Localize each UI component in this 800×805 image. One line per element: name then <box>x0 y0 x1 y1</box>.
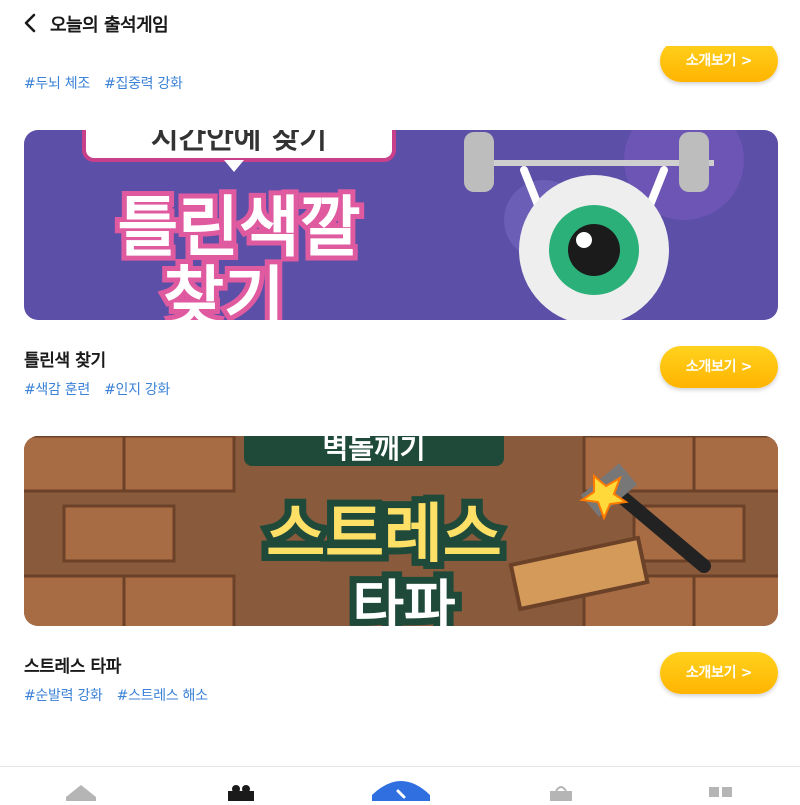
tag[interactable]: #인지 강화 <box>104 382 170 398</box>
tag-list-stress: #순발력 강화 #스트레스 해소 <box>24 685 218 705</box>
banner-stress[interactable]: 벽돌깨기 스트레스 타파 <box>24 436 778 626</box>
back-button[interactable] <box>18 10 44 36</box>
page-title: 오늘의 출석게임 <box>50 15 169 36</box>
tag[interactable]: #색감 훈련 <box>24 382 90 398</box>
banner-top-text: 시간안에 찾기 <box>151 130 327 156</box>
banner-stress-image: 벽돌깨기 스트레스 타파 <box>24 436 778 626</box>
intro-button-brain[interactable]: 소개보기 > <box>660 40 778 82</box>
gift-icon[interactable] <box>226 785 256 805</box>
banner-sub-text: 타파 <box>352 575 455 626</box>
game-title-find-color: 틀린색 찾기 <box>24 351 106 371</box>
banner-find-color[interactable]: 시간안에 찾기 틀린색깔 찾기 <box>24 130 778 320</box>
banner-main-text: 스트레스 <box>266 498 502 572</box>
banner-sub-text: 찾기 <box>163 259 284 320</box>
tag[interactable]: #스트레스 해소 <box>117 688 208 704</box>
banner-top-text: 벽돌깨기 <box>322 436 425 465</box>
chevron-left-icon <box>24 13 36 33</box>
header: 오늘의 출석게임 <box>0 0 800 46</box>
tag[interactable]: #순발력 강화 <box>24 688 103 704</box>
banner-main-text: 틀린색깔 <box>118 189 361 266</box>
tag[interactable]: #두뇌 체조 <box>24 76 90 92</box>
bottom-nav <box>0 766 800 801</box>
tag-list-brain: #두뇌 체조 #집중력 강화 <box>24 73 193 93</box>
game-icon[interactable] <box>372 777 430 805</box>
intro-button-stress[interactable]: 소개보기 > <box>660 652 778 694</box>
shop-icon[interactable] <box>548 785 574 805</box>
home-icon[interactable] <box>66 785 96 805</box>
tag[interactable]: #집중력 강화 <box>104 76 183 92</box>
menu-icon[interactable] <box>708 785 734 805</box>
tag-list-find-color: #색감 훈련 #인지 강화 <box>24 379 180 399</box>
banner-find-color-image: 시간안에 찾기 틀린색깔 찾기 <box>24 130 778 320</box>
game-title-stress: 스트레스 타파 <box>24 657 121 677</box>
intro-button-find-color[interactable]: 소개보기 > <box>660 346 778 388</box>
